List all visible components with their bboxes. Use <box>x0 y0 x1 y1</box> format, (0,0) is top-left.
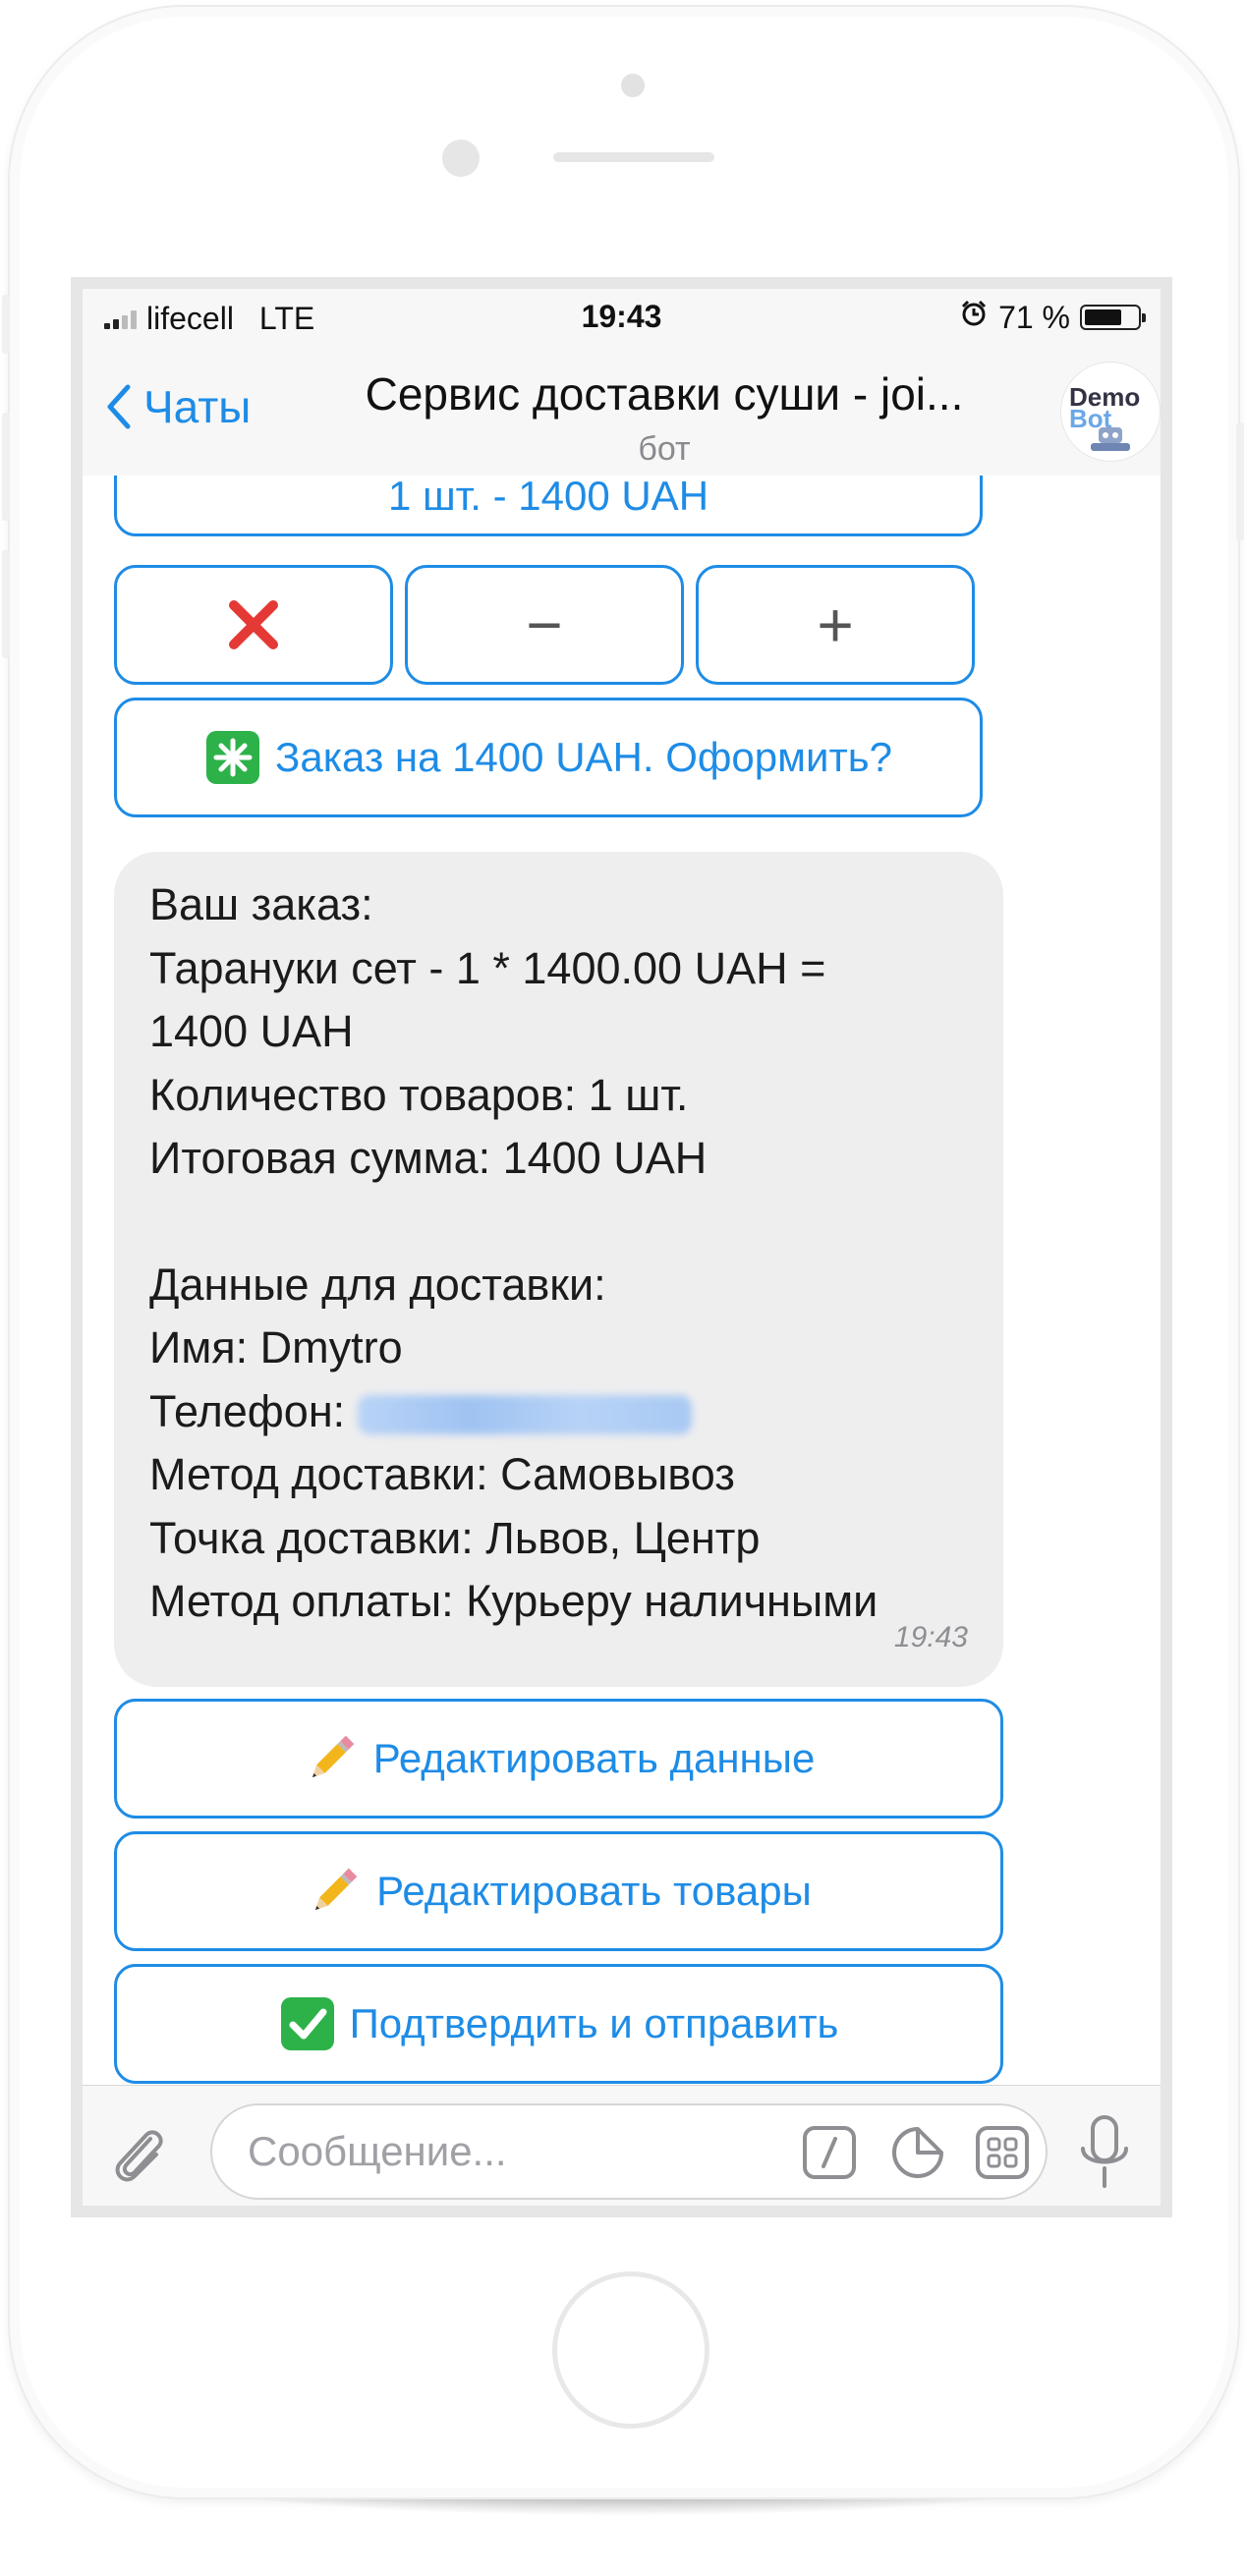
cross-mark-icon <box>229 600 278 649</box>
decrease-quantity-button[interactable]: − <box>405 565 684 685</box>
mute-switch <box>2 295 10 354</box>
chat-title[interactable]: Сервис доставки суши - joi... <box>301 367 1028 420</box>
microphone-icon <box>1081 2115 1128 2188</box>
checkout-order-label: Заказ на 1400 UAH. Оформить? <box>275 734 892 780</box>
volume-down-button <box>2 550 10 658</box>
edit-goods-label: Редактировать товары <box>376 1868 812 1914</box>
chat-subtitle: бот <box>638 430 691 468</box>
front-camera <box>621 74 645 97</box>
battery-icon <box>1080 305 1146 330</box>
keyboard-grid-icon <box>976 2126 1029 2179</box>
plus-label: + <box>817 589 854 660</box>
bot-keyboard-button[interactable] <box>975 2125 1030 2180</box>
volume-up-button <box>2 413 10 521</box>
message-line: Количество товаров: 1 шт. <box>149 1069 689 1120</box>
phone-screen: lifecell LTE 19:43 71 % Чаты Сервис дост… <box>71 277 1172 2217</box>
alarm-icon <box>959 299 989 336</box>
message-line: Метод оплаты: Курьеру наличными <box>149 1576 879 1626</box>
status-bar: lifecell LTE 19:43 71 % <box>83 289 1161 346</box>
earpiece-speaker <box>553 152 714 162</box>
bot-commands-button[interactable] <box>802 2125 857 2180</box>
message-input-bar: Сообщение... <box>83 2085 1161 2206</box>
message-time: 19:43 <box>893 1620 968 1653</box>
check-mark-icon <box>279 1995 336 2052</box>
item-quantity-label: 1 шт. - 1400 UAH <box>387 476 709 519</box>
edit-goods-button[interactable]: Редактировать товары <box>114 1831 1003 1951</box>
proximity-sensor <box>442 140 480 177</box>
order-summary-message: Ваш заказ: Тарануки сет - 1 * 1400.00 UA… <box>114 852 1003 1687</box>
message-line <box>149 1191 968 1254</box>
message-line: Метод доставки: Самовывоз <box>149 1449 735 1499</box>
power-button <box>1236 422 1244 540</box>
battery-percent: 71 % <box>998 299 1070 335</box>
minus-label: − <box>526 589 563 660</box>
attach-button[interactable] <box>104 2115 173 2188</box>
message-line: Итоговая сумма: 1400 UAH <box>149 1133 708 1183</box>
edit-data-label: Редактировать данные <box>372 1735 816 1781</box>
sparkle-icon <box>204 729 261 786</box>
edit-data-button[interactable]: Редактировать данные <box>114 1699 1003 1819</box>
item-quantity-button[interactable]: 1 шт. - 1400 UAH <box>114 476 983 536</box>
sticker-button[interactable] <box>890 2125 945 2180</box>
message-line: 1400 UAH <box>149 1006 354 1056</box>
message-input-placeholder: Сообщение... <box>248 2128 507 2174</box>
phone-label: Телефон: <box>149 1385 358 1436</box>
increase-quantity-button[interactable]: + <box>696 565 975 685</box>
back-label: Чаты <box>143 381 252 432</box>
robot-icon <box>1091 427 1130 451</box>
confirm-send-button[interactable]: Подтвердить и отправить <box>114 1964 1003 2084</box>
back-button[interactable]: Чаты <box>104 380 251 433</box>
message-line: Данные для доставки: <box>149 1259 606 1310</box>
confirm-send-label: Подтвердить и отправить <box>349 2000 839 2046</box>
sticker-icon <box>892 2127 943 2178</box>
voice-message-button[interactable] <box>1065 2111 1144 2194</box>
message-input[interactable]: Сообщение... <box>210 2103 1048 2200</box>
message-line: Точка доставки: Львов, Центр <box>149 1512 761 1563</box>
pencil-icon <box>306 1863 363 1920</box>
blurred-phone-number <box>357 1394 692 1434</box>
home-button[interactable] <box>552 2271 709 2429</box>
message-line: Ваш заказ: <box>149 879 373 929</box>
pencil-icon <box>303 1730 360 1787</box>
message-line: Тарануки сет - 1 * 1400.00 UAH = <box>149 942 826 993</box>
chevron-left-icon <box>107 384 131 429</box>
phone-line: Телефон: <box>149 1380 968 1444</box>
slash-command-icon <box>803 2126 856 2179</box>
message-line: Имя: Dmytro <box>149 1322 403 1372</box>
remove-item-button[interactable] <box>114 565 393 685</box>
chat-header: Чаты Сервис доставки суши - joi... бот D… <box>83 346 1161 476</box>
bot-avatar[interactable]: Demo Bot <box>1060 362 1161 462</box>
checkout-order-button[interactable]: Заказ на 1400 UAH. Оформить? <box>114 698 983 817</box>
chat-area: 1 шт. - 1400 UAH − + Заказ на 1400 UAH. … <box>83 476 1161 2085</box>
paperclip-icon <box>115 2130 163 2182</box>
